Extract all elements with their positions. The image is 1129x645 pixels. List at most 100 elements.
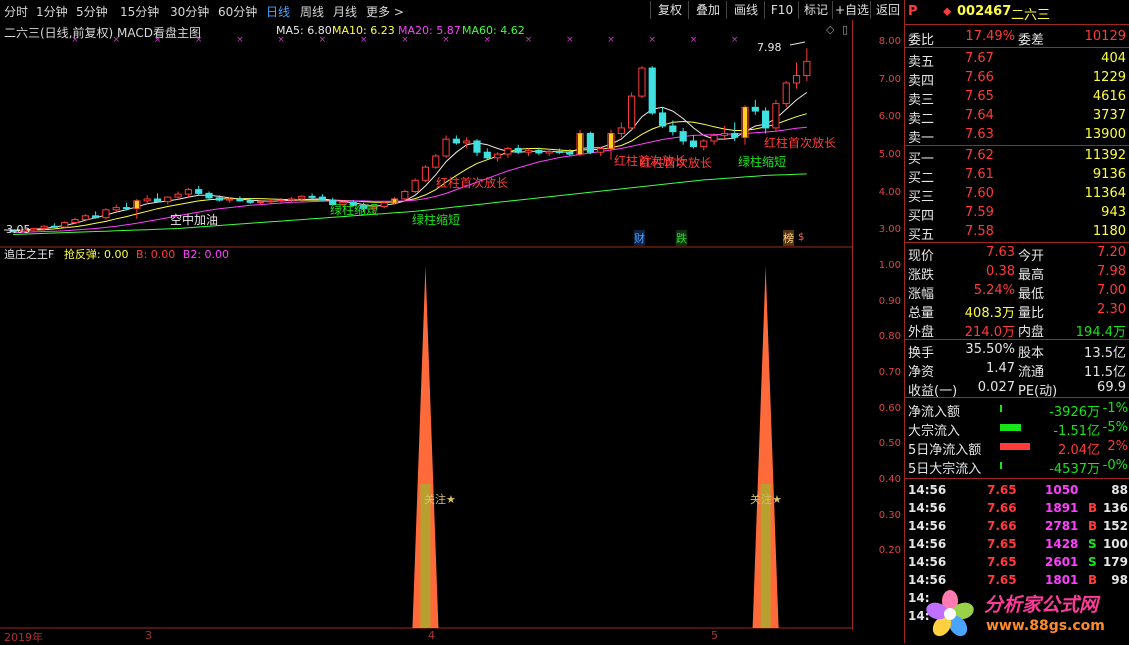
top-marker: × <box>731 35 739 45</box>
candle-body <box>494 153 502 159</box>
indicator-tick: 0.40 <box>878 474 901 485</box>
candle-body <box>792 75 801 84</box>
quote-value: 194.4万 <box>1075 325 1126 340</box>
bid-price: 7.62 <box>965 148 994 163</box>
flow-bar <box>1000 443 1030 450</box>
candle-body <box>71 219 79 224</box>
quote-row: 现价 7.63 今开 7.20 <box>908 245 1126 264</box>
tab-more[interactable]: 更多 > <box>366 3 404 20</box>
tick-count: 100 <box>1102 537 1128 551</box>
ask-row[interactable]: 卖一 7.63 13900 <box>905 126 1129 146</box>
top-marker: × <box>319 35 327 45</box>
top-marker: × <box>112 35 120 45</box>
indicator-tick: 0.30 <box>878 510 901 521</box>
candle-body <box>762 110 770 129</box>
ask-row[interactable]: 卖三 7.65 4616 <box>905 88 1129 108</box>
fundamental-value: 13.5亿 <box>1084 346 1126 361</box>
tab-60min[interactable]: 60分钟 <box>218 3 257 20</box>
fundamental-value: 69.9 <box>1097 380 1126 395</box>
candle-body <box>50 225 58 228</box>
weibi-row: 委比 17.49% 委差 10129 <box>908 29 1126 48</box>
quote-row: 涨跌 0.38 最高 7.98 <box>908 264 1126 283</box>
event-tag-list[interactable]: 榜 <box>783 230 794 246</box>
candle-body <box>226 198 234 201</box>
tab-weekly[interactable]: 周线 <box>300 3 324 20</box>
tab-1min[interactable]: 1分钟 <box>36 3 68 20</box>
event-tag-finance[interactable]: 财 <box>634 230 645 246</box>
tick-volume: 1801 <box>1045 573 1079 587</box>
signal-label-focus: 关注★ <box>750 493 782 506</box>
candle-body <box>720 133 728 136</box>
candle-body <box>473 140 481 153</box>
up-arrow-icon: ⬥ <box>943 4 952 18</box>
quote-row: 总量 408.3万 量比 2.30 <box>908 302 1126 321</box>
add-watchlist-button[interactable]: +自选 <box>832 1 871 19</box>
candle-body <box>174 193 182 198</box>
tab-5min[interactable]: 5分钟 <box>76 3 108 20</box>
candle-body <box>40 225 48 230</box>
indicator-value: B: 0.00 <box>136 248 176 261</box>
candle-body <box>411 179 419 192</box>
candle-body <box>112 207 120 211</box>
candle-body <box>122 207 131 210</box>
period-tabs: 分时 1分钟 5分钟 15分钟 30分钟 60分钟 日线 周线 月线 更多 > <box>0 0 650 20</box>
ask-row[interactable]: 卖二 7.64 3737 <box>905 107 1129 127</box>
tab-monthly[interactable]: 月线 <box>333 3 357 20</box>
tick-volume: 1891 <box>1045 501 1079 515</box>
candle-body <box>92 215 100 219</box>
candle-body <box>143 198 151 202</box>
ma-line-ma20 <box>13 126 807 234</box>
candle-body <box>782 82 790 105</box>
bid-price: 7.59 <box>965 205 994 220</box>
ask-row[interactable]: 卖四 7.66 1229 <box>905 69 1129 89</box>
flow-percent: -5% <box>1102 420 1128 435</box>
event-tag-drop[interactable]: 跌 <box>676 230 687 246</box>
fundamental-value: 0.027 <box>977 380 1015 395</box>
candle-body <box>153 198 162 203</box>
site-watermark: 分析家公式网 www.88gs.com <box>922 586 1129 643</box>
draw-line-button[interactable]: 画线 <box>726 1 765 19</box>
tab-15min[interactable]: 15分钟 <box>120 3 159 20</box>
top-marker: × <box>648 35 656 45</box>
tab-30min[interactable]: 30分钟 <box>170 3 209 20</box>
fundamental-row: 净资 1.47 流通 11.5亿 <box>908 361 1126 380</box>
signal-annotation: 绿柱缩短 <box>412 213 461 227</box>
candle-body <box>236 198 244 202</box>
event-tag-dollar[interactable]: $ <box>798 232 804 243</box>
bid-row[interactable]: 买二 7.61 9136 <box>905 166 1129 186</box>
weicha-value: 10129 <box>1084 29 1126 44</box>
bid-row[interactable]: 买五 7.58 1180 <box>905 223 1129 243</box>
bid-row[interactable]: 买一 7.62 11392 <box>905 147 1129 167</box>
bid-row[interactable]: 买三 7.60 11364 <box>905 185 1129 205</box>
indicator-tick: 0.50 <box>878 438 901 449</box>
tick-time: 14:56 <box>908 519 947 533</box>
candle-body <box>731 133 739 138</box>
candle-body <box>380 202 388 207</box>
tab-daily[interactable]: 日线 <box>266 3 290 20</box>
candle-body <box>566 151 574 155</box>
flow-value: -1.51亿 <box>1053 424 1100 439</box>
signal-candle <box>392 198 397 203</box>
candle-body <box>669 125 677 133</box>
tab-fenshi[interactable]: 分时 <box>4 3 28 20</box>
bid-row[interactable]: 买四 7.59 943 <box>905 204 1129 224</box>
candle-body <box>597 147 605 153</box>
flow-row: 大宗流入 -1.51亿 -5% <box>908 420 1128 439</box>
price-tick: 3.00 <box>878 224 901 235</box>
back-button[interactable]: 返回 <box>870 1 906 19</box>
overlay-button[interactable]: 叠加 <box>688 1 727 19</box>
candle-body <box>535 149 543 154</box>
flow-percent: 2% <box>1107 439 1128 454</box>
candle-body <box>658 112 667 127</box>
tick-side: B <box>1088 573 1098 587</box>
f10-button[interactable]: F10 <box>764 1 799 19</box>
tick-price: 7.65 <box>987 573 1017 587</box>
fundamental-row: 换手 35.50% 股本 13.5亿 <box>908 342 1126 361</box>
mark-button[interactable]: 标记 <box>798 1 833 19</box>
fundamental-value: 35.50% <box>965 342 1015 357</box>
ask-row[interactable]: 卖五 7.67 404 <box>905 50 1129 70</box>
top-marker: × <box>690 35 698 45</box>
candle-body <box>463 140 471 144</box>
fuquan-button[interactable]: 复权 <box>650 1 689 19</box>
kline-chart[interactable]: × × × × × × × × × × × × × × × × × <box>0 20 852 643</box>
